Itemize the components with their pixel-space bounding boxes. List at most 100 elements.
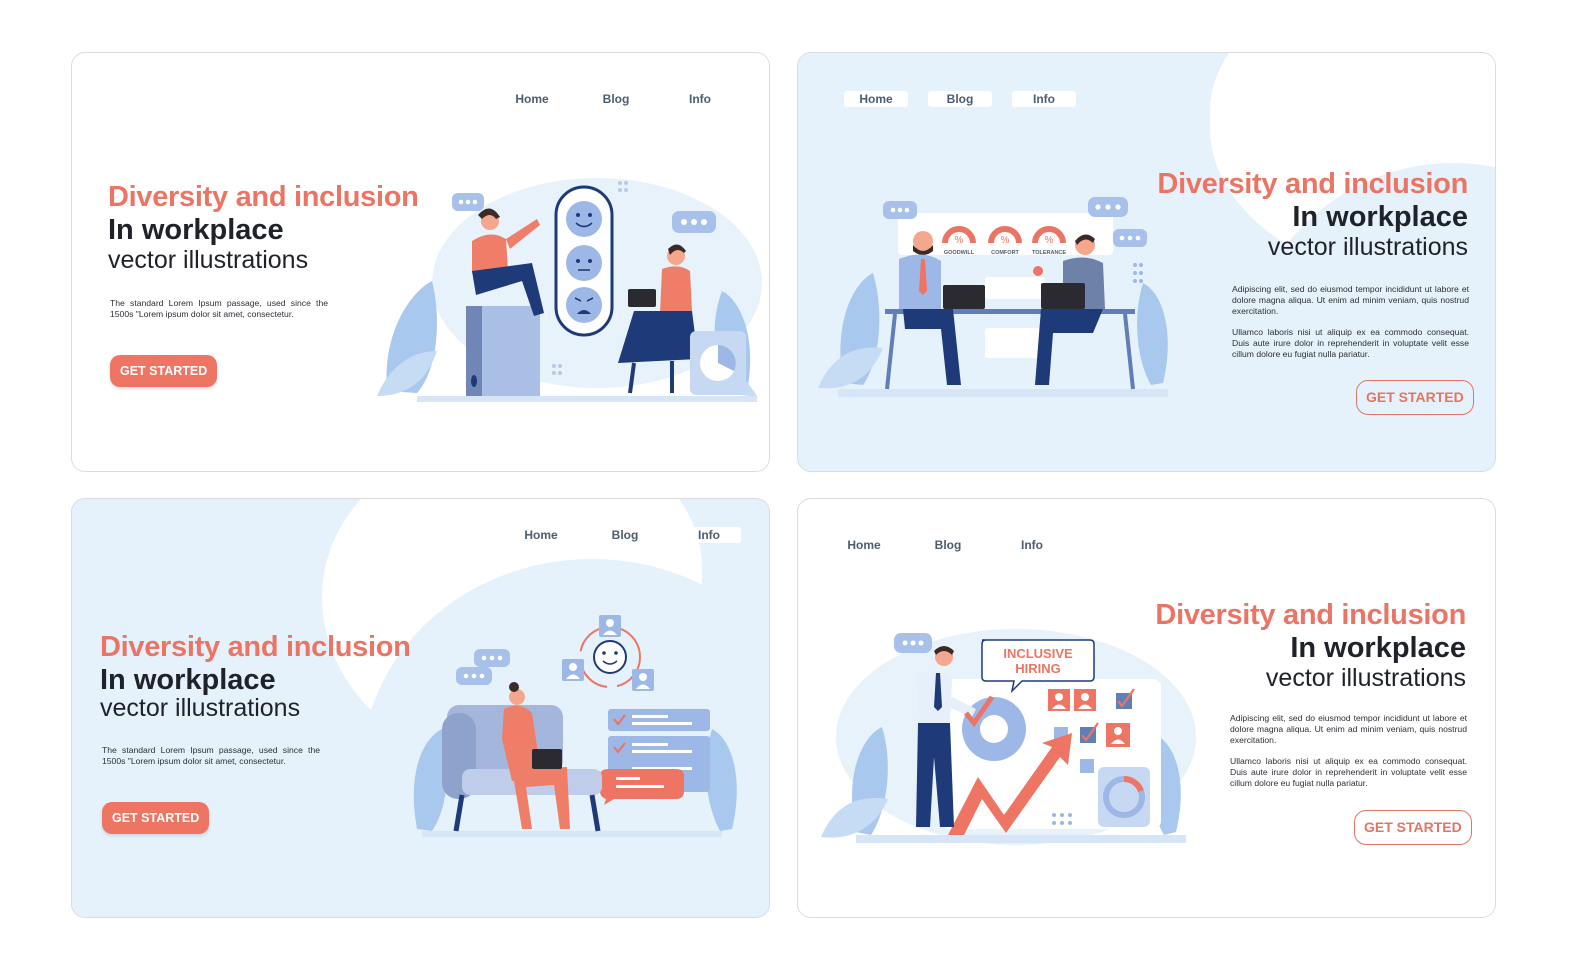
description-paragraph: The standard Lorem Ipsum passage, used s… bbox=[110, 298, 328, 319]
speech-bubble-line: HIRING bbox=[1015, 661, 1061, 676]
hero-title: Diversity and inclusion bbox=[1155, 599, 1466, 631]
floor-line bbox=[417, 396, 757, 402]
get-started-button[interactable]: GET STARTED bbox=[1354, 810, 1472, 845]
hero-tagline: vector illustrations bbox=[100, 694, 301, 722]
floor-line bbox=[838, 389, 1168, 397]
gauge-symbol: % bbox=[1001, 235, 1010, 246]
chat-bubble-icon bbox=[1113, 229, 1147, 247]
folder-icon bbox=[466, 306, 540, 396]
donut-chart-icon bbox=[962, 697, 1026, 761]
team-illustration bbox=[413, 615, 737, 837]
get-started-button[interactable]: GET STARTED bbox=[110, 355, 218, 387]
chat-bubble-icon bbox=[672, 211, 716, 233]
laptop-icon bbox=[1041, 283, 1085, 309]
chat-bubble-icon bbox=[452, 193, 484, 211]
gauge-label: TOLERANCE bbox=[1032, 250, 1066, 256]
leaf-left-icon bbox=[377, 281, 437, 396]
nav-info[interactable]: Info bbox=[677, 527, 741, 543]
nav-home[interactable]: Home bbox=[509, 527, 573, 543]
nav-home[interactable]: Home bbox=[500, 91, 564, 107]
hero-subtitle: In workplace bbox=[1292, 201, 1468, 233]
hero-title: Diversity and inclusion bbox=[1157, 168, 1468, 200]
dots-decoration bbox=[1133, 263, 1143, 283]
pie-chart-icon bbox=[690, 331, 746, 395]
nav-info[interactable]: Info bbox=[1000, 537, 1064, 553]
speech-bubble-line: INCLUSIVE bbox=[1003, 646, 1073, 661]
laptop-icon bbox=[628, 289, 656, 307]
user-icon bbox=[1074, 689, 1096, 711]
leaf-right-icon bbox=[1137, 283, 1168, 385]
hero-description: Adipiscing elit, sed do eiusmod tempor i… bbox=[1232, 284, 1469, 360]
mini-donut-icon bbox=[1098, 767, 1150, 827]
chat-bubble-icon bbox=[1088, 197, 1128, 217]
hero-heading: Diversity and inclusion In workplace vec… bbox=[100, 630, 411, 722]
nav-home[interactable]: Home bbox=[832, 537, 896, 553]
nav-blog[interactable]: Blog bbox=[584, 91, 648, 107]
gauge-label: COMFORT bbox=[991, 250, 1019, 256]
woman-with-laptop bbox=[502, 682, 570, 829]
hero-description: Adipiscing elit, sed do eiusmod tempor i… bbox=[1230, 713, 1467, 789]
angry-face-icon bbox=[566, 287, 602, 323]
landing-card-1: Home Blog Info Diversity and inclusion I… bbox=[71, 52, 770, 472]
landing-card-3: Home Blog Info Diversity and inclusion I… bbox=[71, 498, 770, 918]
hero-tagline: vector illustrations bbox=[1267, 233, 1468, 261]
laptop-icon bbox=[532, 749, 562, 769]
top-nav: Home Blog Info bbox=[832, 537, 1064, 553]
laptop-icon bbox=[943, 285, 985, 309]
smile-face-icon bbox=[593, 640, 627, 674]
user-icon bbox=[1048, 689, 1070, 711]
description-paragraph: The standard Lorem Ipsum passage, used s… bbox=[102, 745, 320, 766]
user-icon bbox=[1106, 723, 1130, 747]
gauge-symbol: % bbox=[955, 235, 964, 246]
gauge-symbol: % bbox=[1045, 235, 1054, 246]
leaf-right-icon bbox=[706, 729, 737, 831]
nav-blog[interactable]: Blog bbox=[916, 537, 980, 553]
neutral-face-icon bbox=[566, 245, 602, 281]
nav-blog[interactable]: Blog bbox=[928, 91, 992, 107]
landing-card-2: Home Blog Info Diversity and inclusion I… bbox=[797, 52, 1496, 472]
message-card bbox=[985, 328, 1045, 358]
hero-heading: Diversity and inclusion In workplace vec… bbox=[1157, 167, 1468, 261]
hero-tagline: vector illustrations bbox=[1265, 664, 1466, 692]
top-nav: Home Blog Info bbox=[844, 91, 1076, 107]
meeting-illustration: % GOODWILL % COMFORT % TOLERANCE bbox=[818, 197, 1168, 397]
top-nav: Home Blog Info bbox=[509, 527, 741, 543]
nav-blog[interactable]: Blog bbox=[593, 527, 657, 543]
get-started-button[interactable]: GET STARTED bbox=[1356, 380, 1474, 415]
chat-bubble-icon bbox=[474, 649, 510, 667]
top-nav: Home Blog Info bbox=[500, 91, 732, 107]
hero-title: Diversity and inclusion bbox=[108, 181, 419, 213]
description-paragraph: Adipiscing elit, sed do eiusmod tempor i… bbox=[1232, 284, 1469, 316]
nav-info[interactable]: Info bbox=[1012, 91, 1076, 107]
floor-line bbox=[422, 831, 722, 837]
nav-info[interactable]: Info bbox=[668, 91, 732, 107]
landing-card-4: Home Blog Info Diversity and inclusion I… bbox=[797, 498, 1496, 918]
hero-tagline: vector illustrations bbox=[108, 246, 309, 274]
hero-heading: Diversity and inclusion In workplace vec… bbox=[108, 180, 419, 274]
nav-home[interactable]: Home bbox=[844, 91, 908, 107]
hero-description: The standard Lorem Ipsum passage, used s… bbox=[102, 745, 320, 767]
floor-line bbox=[856, 835, 1186, 843]
user-icon bbox=[562, 659, 584, 681]
message-card bbox=[985, 277, 1045, 299]
leaf-left-icon bbox=[818, 273, 883, 389]
hero-subtitle: In workplace bbox=[108, 214, 284, 246]
description-paragraph: Adipiscing elit, sed do eiusmod tempor i… bbox=[1230, 713, 1467, 745]
feedback-illustration bbox=[377, 178, 762, 402]
chat-bubble-icon bbox=[894, 633, 932, 653]
hero-title: Diversity and inclusion bbox=[100, 631, 411, 663]
hero-subtitle: In workplace bbox=[100, 664, 276, 696]
hero-heading: Diversity and inclusion In workplace vec… bbox=[1155, 598, 1466, 692]
get-started-button[interactable]: GET STARTED bbox=[102, 802, 210, 834]
smile-face-icon bbox=[566, 201, 602, 237]
chat-message-icon bbox=[600, 769, 684, 805]
chat-bubble-icon bbox=[456, 667, 492, 685]
gauge-label: GOODWILL bbox=[944, 250, 975, 256]
user-icon bbox=[632, 669, 654, 691]
hero-subtitle: In workplace bbox=[1290, 632, 1466, 664]
man-in-gray bbox=[1035, 234, 1105, 385]
chat-bubble-icon bbox=[883, 201, 917, 219]
description-paragraph: Ullamco laboris nisi ut aliquip ex ea co… bbox=[1232, 327, 1469, 359]
description-paragraph: Ullamco laboris nisi ut aliquip ex ea co… bbox=[1230, 756, 1467, 788]
checkbox-icon bbox=[1080, 759, 1094, 773]
